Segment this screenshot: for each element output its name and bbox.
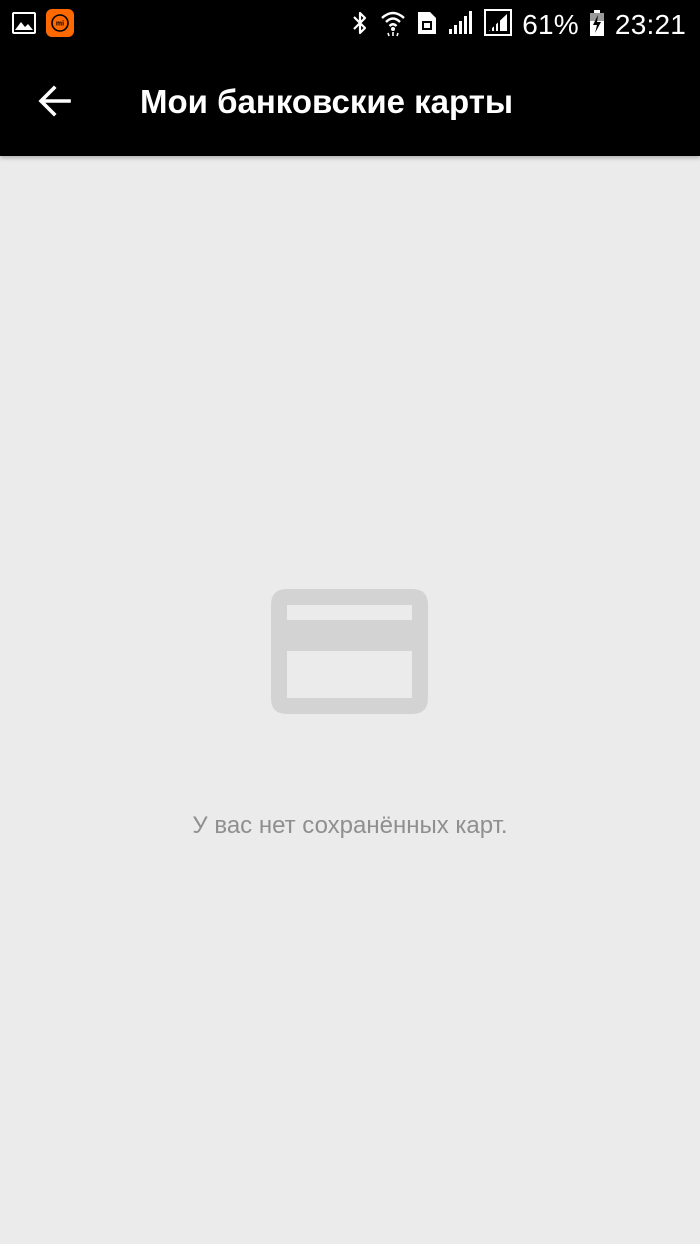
signal-icon-2 [484, 8, 513, 42]
gallery-icon [12, 11, 36, 40]
sim-icon [416, 9, 438, 42]
battery-percent: 61% [522, 9, 579, 40]
status-right: 61% 23:21 [350, 6, 686, 44]
bluetooth-icon [350, 9, 370, 42]
signal-icon [448, 9, 474, 42]
clock: 23:21 [614, 9, 686, 40]
empty-message: У вас нет сохранённых карт. [192, 812, 508, 839]
wifi-icon [380, 9, 406, 42]
empty-state: У вас нет сохранённых карт. [0, 156, 700, 1244]
mi-app-icon: mi [46, 8, 74, 42]
status-left: mi [12, 8, 74, 42]
app-bar: Мои банковские карты [0, 50, 700, 156]
svg-text:mi: mi [56, 20, 64, 27]
battery-charging-icon [589, 9, 605, 42]
back-button[interactable] [30, 78, 80, 128]
arrow-left-icon [37, 83, 73, 124]
status-bar: mi 61% 23:21 [0, 0, 700, 50]
credit-card-icon [271, 589, 428, 719]
page-title: Мои банковские карты [140, 83, 514, 120]
